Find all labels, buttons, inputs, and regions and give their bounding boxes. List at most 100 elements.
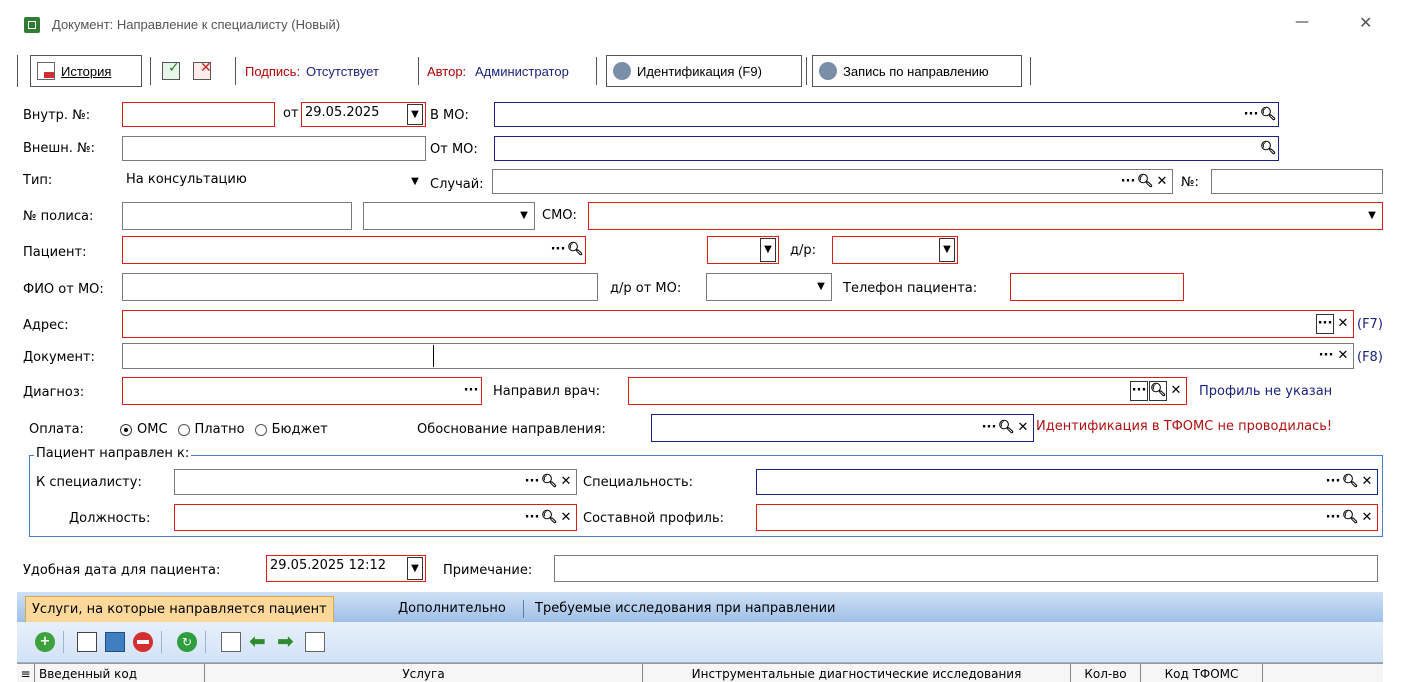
search-icon[interactable]: 🔍︎	[1137, 173, 1154, 191]
column-header[interactable]: Услуга	[205, 664, 643, 682]
payment-option-budget[interactable]: Бюджет	[254, 422, 328, 437]
note-input[interactable]	[554, 555, 1378, 582]
reason-input[interactable]: ··· 🔍︎ ✕	[651, 414, 1034, 442]
ellipsis-icon[interactable]: ···	[463, 382, 479, 400]
chevron-down-icon[interactable]: ▼	[407, 171, 423, 192]
ellipsis-icon[interactable]: ···	[1243, 106, 1259, 124]
ellipsis-icon[interactable]: ···	[524, 509, 540, 527]
type-select[interactable]: На консультацию ▼	[122, 169, 426, 194]
chevron-down-icon[interactable]: ▼	[407, 557, 423, 580]
signature-label: Подпись:	[245, 64, 301, 79]
history-button[interactable]: История	[30, 55, 142, 87]
no-input[interactable]	[1211, 169, 1383, 194]
ellipsis-icon[interactable]: ···	[550, 241, 566, 259]
policy-type-select[interactable]: ▼	[363, 202, 535, 230]
tab-required-research[interactable]: Требуемые исследования при направлении	[529, 596, 842, 622]
ellipsis-icon[interactable]: ···	[524, 473, 540, 491]
clear-icon[interactable]: ✕	[558, 509, 574, 527]
edit-icon[interactable]	[77, 632, 97, 652]
ellipsis-icon[interactable]: ···	[1120, 173, 1136, 191]
chevron-down-icon[interactable]: ▼	[760, 238, 776, 262]
clear-icon[interactable]: ✕	[1335, 315, 1351, 333]
refresh-icon[interactable]: ↻	[177, 632, 197, 652]
ellipsis-icon[interactable]: ···	[1325, 509, 1341, 527]
chevron-down-icon[interactable]: ▼	[1364, 204, 1380, 228]
arrow-right-icon[interactable]: ➡	[277, 631, 297, 652]
move-down-icon[interactable]	[305, 632, 325, 652]
column-header[interactable]: Инструментальные диагностические исследо…	[643, 664, 1071, 682]
internal-no-input[interactable]	[122, 102, 275, 127]
address-input[interactable]: ··· ✕	[122, 310, 1354, 338]
dob-mo-select[interactable]: ▼	[706, 273, 832, 301]
search-icon[interactable]: 🔍︎	[1260, 140, 1277, 158]
diagnosis-input[interactable]: ···	[122, 377, 482, 405]
ellipsis-icon[interactable]: ···	[1130, 381, 1148, 401]
chevron-down-icon[interactable]: ▼	[813, 275, 829, 299]
chevron-down-icon[interactable]: ▼	[939, 238, 955, 262]
gender-select[interactable]: ▼	[707, 236, 779, 264]
phone-input[interactable]	[1010, 273, 1184, 301]
payment-option-oms[interactable]: ОМС	[120, 422, 168, 437]
position-input[interactable]: ··· 🔍︎ ✕	[174, 504, 577, 531]
internal-no-label: Внутр. №:	[23, 108, 91, 123]
case-input[interactable]: ··· 🔍︎ ✕	[492, 169, 1173, 194]
specialist-input[interactable]: ··· 🔍︎ ✕	[174, 469, 577, 495]
convenient-date-picker[interactable]: 29.05.2025 12:12 ▼	[266, 555, 426, 582]
clear-icon[interactable]: ✕	[1335, 347, 1351, 365]
compound-input[interactable]: ··· 🔍︎ ✕	[756, 504, 1378, 531]
search-icon[interactable]: 🔍︎	[1260, 106, 1277, 124]
document-input[interactable]: ··· ✕	[122, 343, 1354, 369]
search-icon[interactable]: 🔍︎	[567, 241, 584, 259]
column-header[interactable]: Код ТФОМС	[1141, 664, 1263, 682]
chevron-down-icon[interactable]: ▼	[407, 104, 423, 125]
ellipsis-icon[interactable]: ···	[1316, 314, 1334, 334]
identification-button[interactable]: Идентификация (F9)	[606, 55, 802, 87]
clear-icon[interactable]: ✕	[1359, 473, 1375, 491]
smo-select[interactable]: ▼	[588, 202, 1383, 230]
search-icon[interactable]: 🔍︎	[998, 419, 1015, 437]
external-no-input[interactable]	[122, 136, 426, 161]
delete-icon[interactable]	[133, 632, 153, 652]
add-icon[interactable]: +	[35, 632, 55, 652]
search-icon[interactable]: 🔍︎	[1149, 381, 1167, 401]
from-mo-input[interactable]: 🔍︎	[494, 136, 1279, 161]
column-header[interactable]: Кол-во	[1071, 664, 1141, 682]
policy-input[interactable]	[122, 202, 352, 230]
ellipsis-icon[interactable]: ···	[1325, 473, 1341, 491]
specialty-input[interactable]: ··· 🔍︎ ✕	[756, 469, 1378, 495]
doctor-input[interactable]: ··· 🔍︎ ✕	[628, 377, 1187, 405]
dob-picker[interactable]: ▼	[832, 236, 958, 264]
save-icon[interactable]	[105, 632, 125, 652]
to-mo-input[interactable]: ··· 🔍︎	[494, 102, 1279, 127]
minimize-button[interactable]: —	[1295, 14, 1309, 30]
ellipsis-icon[interactable]: ···	[1318, 347, 1334, 365]
ellipsis-icon[interactable]: ···	[981, 419, 997, 437]
search-icon[interactable]: 🔍︎	[1342, 473, 1359, 491]
policy-label: № полиса:	[23, 209, 94, 224]
chevron-down-icon[interactable]: ▼	[516, 204, 532, 228]
date-picker[interactable]: 29.05.2025 ▼	[301, 102, 426, 127]
search-icon[interactable]: 🔍︎	[541, 509, 558, 527]
clear-icon[interactable]: ✕	[1015, 419, 1031, 437]
close-button[interactable]: ✕	[1359, 13, 1372, 32]
arrow-left-icon[interactable]: ⬅	[249, 631, 269, 652]
appointment-button[interactable]: Запись по направлению	[812, 55, 1022, 87]
search-icon[interactable]: 🔍︎	[541, 473, 558, 491]
document-label: Документ:	[23, 350, 95, 365]
referral-group-title: Пациент направлен к:	[34, 446, 192, 461]
tab-services[interactable]: Услуги, на которые направляется пациент	[25, 596, 334, 622]
clear-icon[interactable]: ✕	[1168, 382, 1184, 400]
fio-mo-input[interactable]	[122, 273, 598, 301]
doctor-label: Направил врач:	[493, 384, 600, 399]
row-selector-icon[interactable]: ≡	[17, 664, 35, 682]
clear-icon[interactable]: ✕	[1359, 509, 1375, 527]
patient-input[interactable]: ··· 🔍︎	[122, 236, 586, 264]
clear-icon[interactable]: ✕	[1154, 173, 1170, 191]
search-icon[interactable]: 🔍︎	[1342, 509, 1359, 527]
patient-label: Пациент:	[23, 245, 87, 260]
payment-option-paid[interactable]: Платно	[177, 422, 245, 437]
column-header[interactable]: Введенный код	[35, 664, 205, 682]
tab-additional[interactable]: Дополнительно	[392, 596, 512, 622]
move-up-icon[interactable]	[221, 632, 241, 652]
clear-icon[interactable]: ✕	[558, 473, 574, 491]
